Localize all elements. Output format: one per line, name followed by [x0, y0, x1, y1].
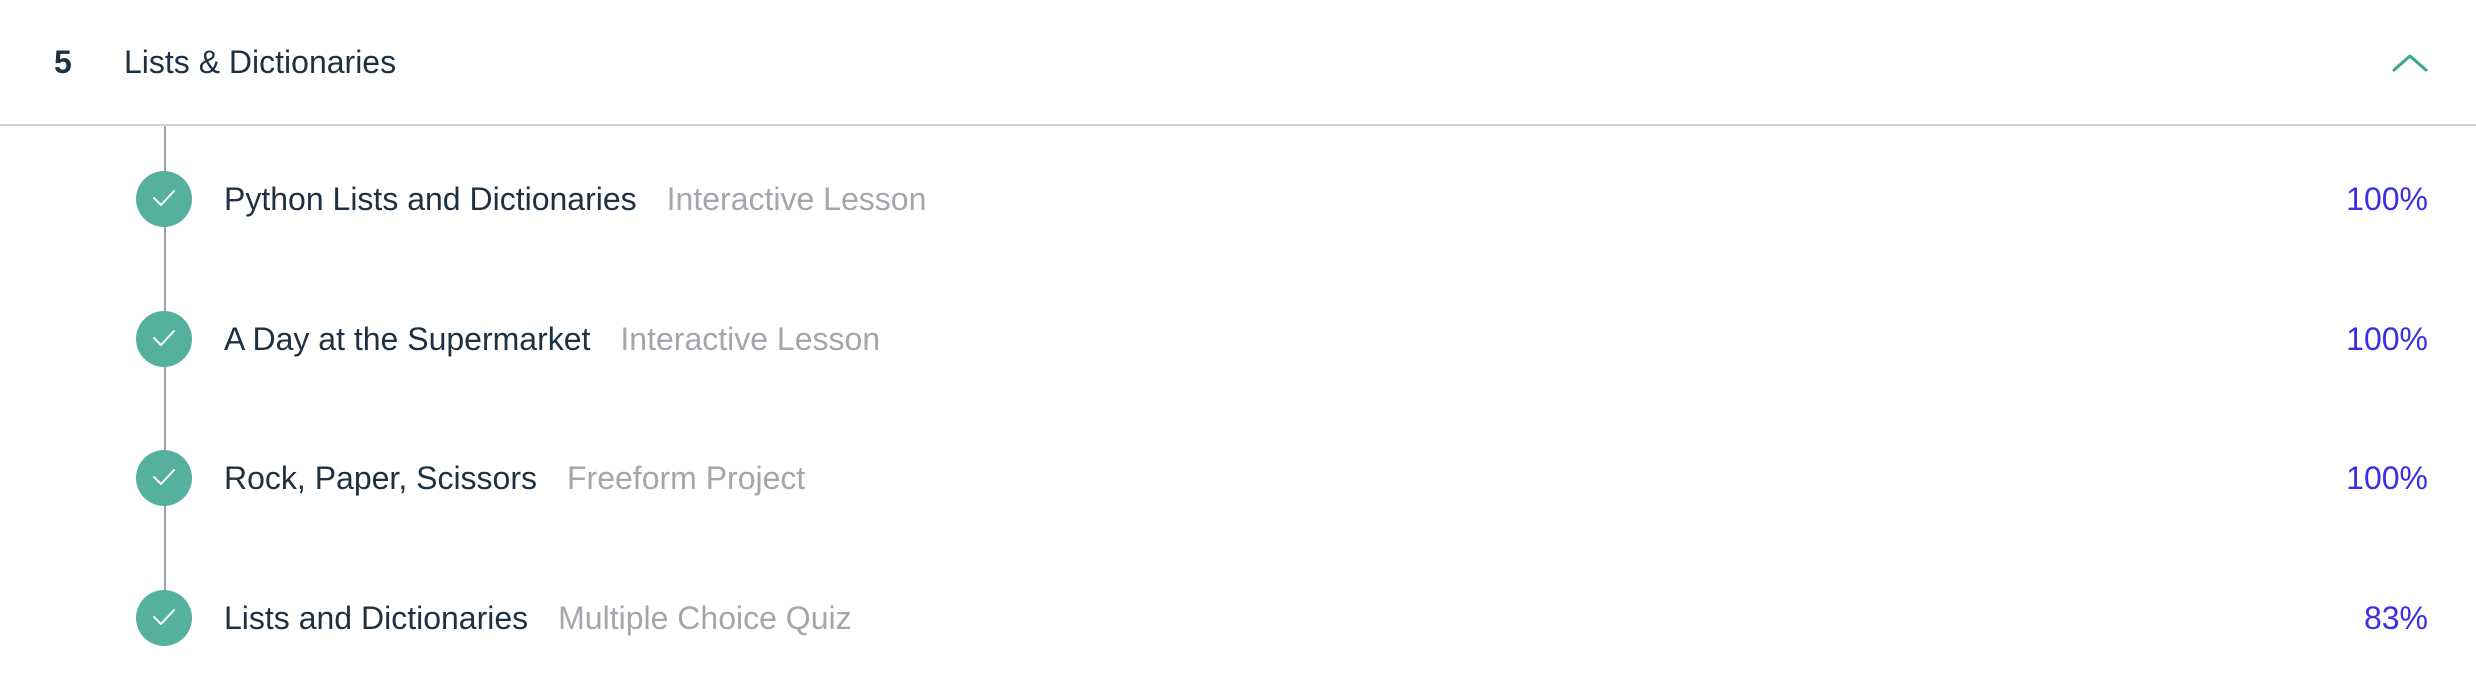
lesson-item-rock-paper-scissors[interactable]: Rock, Paper, Scissors Freeform Project 1… [0, 438, 2476, 518]
chevron-up-icon[interactable] [2390, 48, 2430, 78]
lesson-type: Interactive Lesson [666, 181, 927, 217]
check-circle-icon [136, 590, 192, 646]
lesson-type: Interactive Lesson [620, 321, 881, 357]
lesson-item-python-lists-and-dictionaries[interactable]: Python Lists and Dictionaries Interactiv… [0, 159, 2476, 239]
lesson-type: Freeform Project [567, 460, 806, 496]
lesson-percent: 100% [2346, 321, 2428, 357]
lesson-title: A Day at the Supermarket [224, 321, 591, 357]
check-circle-icon [136, 171, 192, 227]
check-circle-icon [136, 311, 192, 367]
lesson-title: Python Lists and Dictionaries [224, 181, 637, 217]
lesson-type: Multiple Choice Quiz [558, 600, 852, 636]
lesson-title: Rock, Paper, Scissors [224, 460, 537, 496]
lesson-percent: 100% [2346, 181, 2428, 217]
lesson-percent: 83% [2363, 600, 2428, 636]
lesson-title: Lists and Dictionaries [224, 600, 529, 636]
lesson-text: Rock, Paper, Scissors Freeform Project [224, 458, 805, 498]
section-title: Lists & Dictionaries [124, 44, 397, 80]
lesson-text: A Day at the Supermarket Interactive Les… [224, 319, 880, 359]
check-circle-icon [136, 450, 192, 506]
lesson-text: Python Lists and Dictionaries Interactiv… [224, 179, 926, 219]
section-header[interactable]: 5 Lists & Dictionaries [0, 0, 2476, 126]
lesson-text: Lists and Dictionaries Multiple Choice Q… [224, 598, 852, 638]
lesson-percent: 100% [2346, 460, 2428, 496]
section-number: 5 [54, 44, 72, 80]
lesson-item-a-day-at-the-supermarket[interactable]: A Day at the Supermarket Interactive Les… [0, 299, 2476, 379]
lesson-item-lists-and-dictionaries-quiz[interactable]: Lists and Dictionaries Multiple Choice Q… [0, 578, 2476, 658]
